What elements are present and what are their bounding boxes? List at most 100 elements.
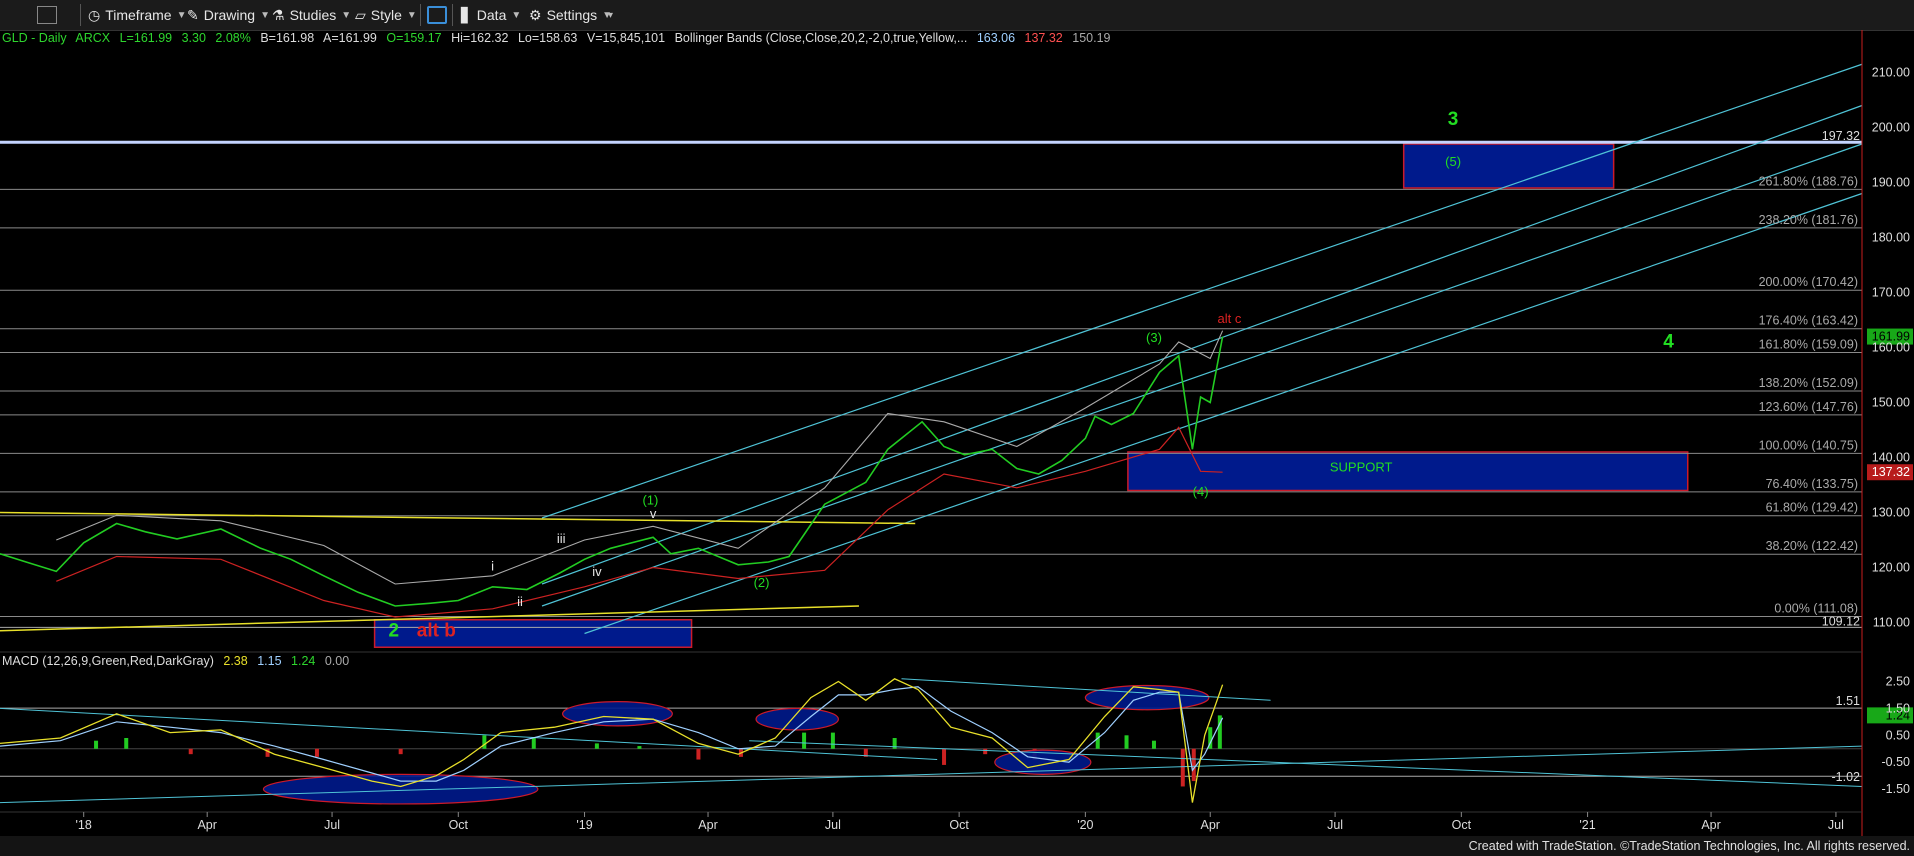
wave-label: (2)	[754, 575, 770, 590]
fib-level-label: 200.00% (170.42)	[1759, 275, 1858, 289]
macd-histogram-bar	[1095, 732, 1100, 749]
time-tick-label: '18	[76, 818, 92, 832]
copyright-footer: Created with TradeStation. ©TradeStation…	[1468, 839, 1910, 853]
wave-label: 2	[389, 620, 400, 641]
horizontal-level-label: 109.12	[1822, 614, 1860, 628]
time-tick-label: '21	[1579, 818, 1595, 832]
fib-level-label: 138.20% (152.09)	[1759, 376, 1858, 390]
price-tick-label: 200.00	[1872, 121, 1910, 135]
time-tick-label: Oct	[1452, 818, 1472, 832]
macd-level-label: 1.51	[1836, 694, 1860, 708]
time-tick-label: Apr	[698, 818, 717, 832]
channel-line[interactable]	[584, 192, 1863, 635]
macd-histogram-bar	[1124, 735, 1129, 749]
macd-label: MACD (12,26,9,Green,Red,DarkGray)	[2, 654, 214, 668]
price-tick-label: 160.00	[1872, 341, 1910, 355]
wave-label: iii	[557, 531, 566, 546]
macd-hist-value: 1.24	[291, 654, 316, 668]
macd-tick-label: 0.50	[1886, 728, 1910, 742]
lower-bollinger-band	[56, 426, 1223, 618]
fib-level-label: 76.40% (133.75)	[1766, 477, 1858, 491]
wave-label: v	[650, 506, 657, 521]
macd-histogram-bar	[188, 748, 193, 755]
macd-histogram-bar	[637, 746, 642, 749]
fib-level-label: 100.00% (140.75)	[1759, 438, 1858, 452]
fib-level-label: 161.80% (159.09)	[1759, 338, 1858, 352]
wave-label: alt b	[417, 620, 456, 641]
fib-level-label: 38.20% (122.42)	[1766, 539, 1858, 553]
wave-label: (1)	[642, 492, 658, 507]
macd-trend-line[interactable]	[0, 745, 1863, 804]
macd-signal-value: 1.15	[257, 654, 282, 668]
macd-tick-label: 1.50	[1886, 701, 1910, 715]
price-tick-label: 140.00	[1872, 451, 1910, 465]
macd-zero-value: 0.00	[324, 654, 350, 668]
price-series	[0, 336, 1224, 607]
time-tick-label: Jul	[1327, 818, 1343, 832]
horizontal-level-label: 197.32	[1822, 129, 1860, 143]
time-tick-label: Jul	[825, 818, 841, 832]
price-tick-label: 190.00	[1872, 176, 1910, 190]
time-tick-label: '20	[1077, 818, 1093, 832]
lower-band-label: 137.32	[1872, 465, 1910, 479]
channel-line[interactable]	[541, 63, 1863, 519]
macd-histogram-bar	[531, 738, 536, 749]
fib-level-label: 61.80% (129.42)	[1766, 501, 1858, 515]
price-tick-label: 210.00	[1872, 66, 1910, 80]
macd-histogram-bar	[314, 748, 319, 757]
macd-histogram-bar	[594, 743, 599, 749]
macd-tick-label: 2.50	[1886, 674, 1910, 688]
time-tick-label: Apr	[1701, 818, 1720, 832]
wave-label: (3)	[1146, 330, 1162, 345]
macd-histogram-bar	[1151, 740, 1156, 749]
upper-bollinger-band	[56, 330, 1224, 585]
time-tick-label: Oct	[449, 818, 469, 832]
macd-tick-label: -1.50	[1882, 782, 1911, 796]
macd-histogram-bar	[482, 735, 487, 749]
macd-histogram-bar	[398, 748, 403, 755]
price-tick-label: 130.00	[1872, 506, 1910, 520]
target-zone-box[interactable]	[1402, 143, 1615, 189]
time-tick-label: '19	[576, 818, 592, 832]
price-tick-label: 170.00	[1872, 286, 1910, 300]
wave-label: ii	[517, 594, 523, 609]
channel-line[interactable]	[541, 143, 1863, 607]
wave-label: (4)	[1193, 484, 1209, 499]
fib-level-label: 261.80% (188.76)	[1759, 174, 1858, 188]
macd-highlight-ellipse[interactable]	[755, 707, 839, 731]
wave-label: iv	[592, 564, 602, 579]
price-tick-label: 150.00	[1872, 396, 1910, 410]
price-tick-label: 120.00	[1872, 561, 1910, 575]
macd-tick-label: -0.50	[1882, 755, 1911, 769]
time-tick-label: Jul	[1828, 818, 1844, 832]
macd-histogram-bar	[942, 748, 947, 765]
macd-highlight-ellipse[interactable]	[1084, 684, 1210, 711]
price-chart[interactable]: 261.80% (188.76) 238.20% (181.76) 200.00% …	[0, 0, 1914, 836]
macd-highlight-ellipse[interactable]	[262, 773, 539, 805]
fib-level-label: 238.20% (181.76)	[1759, 213, 1858, 227]
time-tick-label: Apr	[1201, 818, 1220, 832]
price-tick-label: 180.00	[1872, 231, 1910, 245]
fib-level-label: 123.60% (147.76)	[1759, 400, 1858, 414]
macd-histogram-bar	[802, 732, 807, 749]
macd-histogram-bar	[696, 748, 701, 760]
wave-label: 4	[1663, 332, 1674, 353]
trend-line[interactable]	[0, 511, 916, 525]
wave-label: 3	[1448, 109, 1459, 130]
wave-label: SUPPORT	[1330, 459, 1393, 474]
price-tick-label: 110.00	[1873, 616, 1910, 630]
macd-histogram-bar	[1180, 748, 1185, 787]
macd-level-label: -1.02	[1832, 770, 1861, 784]
macd-histogram-bar	[94, 740, 99, 749]
macd-histogram-bar	[1191, 748, 1196, 782]
time-tick-label: Oct	[949, 818, 969, 832]
macd-info-bar: MACD (12,26,9,Green,Red,DarkGray) 2.38 1…	[2, 654, 355, 668]
wave-label: alt c	[1218, 311, 1242, 326]
time-tick-label: Jul	[324, 818, 340, 832]
macd-histogram-bar	[830, 732, 835, 749]
wave-label: (5)	[1445, 154, 1461, 169]
macd-value: 2.38	[223, 654, 248, 668]
time-tick-label: Apr	[197, 818, 216, 832]
wave-label: i	[491, 558, 494, 573]
macd-trend-line[interactable]	[749, 740, 1863, 787]
